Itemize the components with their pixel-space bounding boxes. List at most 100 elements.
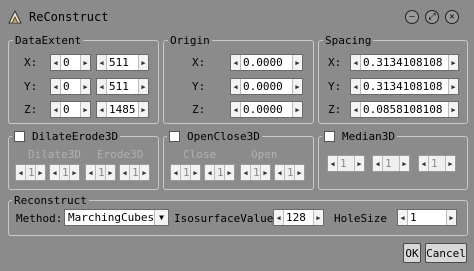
dilate-erode-group xyxy=(8,136,159,190)
dilate-erode-checkbox[interactable] xyxy=(14,131,25,142)
extent-y-max-spinbox[interactable]: ◀ 511 ▶ xyxy=(96,78,149,95)
origin-x-spinbox[interactable]: ◀ 0.0000 ▶ xyxy=(230,54,303,71)
decrement-arrow-icon[interactable]: ◀ xyxy=(51,102,61,117)
decrement-arrow-icon[interactable]: ◀ xyxy=(231,79,241,94)
dilate-spinbox-1[interactable]: ◀ 1 ▶ xyxy=(15,164,46,181)
increment-arrow-icon[interactable]: ▶ xyxy=(354,156,364,171)
spacing-y-value: 0.3134108108 xyxy=(363,80,443,93)
decrement-arrow-icon[interactable]: ◀ xyxy=(398,210,408,225)
erode-spinbox-2[interactable]: ◀ 1 ▶ xyxy=(119,164,150,181)
extent-y-max-value: 511 xyxy=(109,80,129,93)
minimize-button[interactable]: – xyxy=(405,10,419,24)
increment-arrow-icon[interactable]: ▶ xyxy=(292,79,302,94)
increment-arrow-icon[interactable]: ▶ xyxy=(224,165,234,180)
chevron-down-icon[interactable]: ▼ xyxy=(154,210,168,225)
hole-size-spinbox[interactable]: ◀ 1 ▶ xyxy=(397,209,457,226)
increment-arrow-icon[interactable]: ▶ xyxy=(260,165,270,180)
decrement-arrow-icon[interactable]: ◀ xyxy=(351,102,361,117)
open-close-checkbox[interactable] xyxy=(169,131,180,142)
median-spinbox-3[interactable]: ◀ 1 ▶ xyxy=(418,155,456,172)
decrement-arrow-icon[interactable]: ◀ xyxy=(275,165,285,180)
median-spinbox-2[interactable]: ◀ 1 ▶ xyxy=(372,155,410,172)
increment-arrow-icon[interactable]: ▶ xyxy=(80,55,90,70)
decrement-arrow-icon[interactable]: ◀ xyxy=(97,102,107,117)
increment-arrow-icon[interactable]: ▶ xyxy=(105,165,115,180)
extent-z-min-spinbox[interactable]: ◀ 0 ▶ xyxy=(50,101,91,118)
decrement-arrow-icon[interactable]: ◀ xyxy=(351,79,361,94)
decrement-arrow-icon[interactable]: ◀ xyxy=(231,55,241,70)
hole-size-value: 1 xyxy=(410,211,417,224)
increment-arrow-icon[interactable]: ▶ xyxy=(139,165,149,180)
increment-arrow-icon[interactable]: ▶ xyxy=(446,210,456,225)
close-spinbox-2[interactable]: ◀ 1 ▶ xyxy=(204,164,235,181)
decrement-arrow-icon[interactable]: ◀ xyxy=(51,55,61,70)
extent-y-min-spinbox[interactable]: ◀ 0 ▶ xyxy=(50,78,91,95)
increment-arrow-icon[interactable]: ▶ xyxy=(138,79,148,94)
method-select[interactable]: MarchingCubes ▼ xyxy=(64,209,169,226)
decrement-arrow-icon[interactable]: ◀ xyxy=(97,55,107,70)
window-title: ReConstruct xyxy=(29,10,109,24)
increment-arrow-icon[interactable]: ▶ xyxy=(138,55,148,70)
decrement-arrow-icon[interactable]: ◀ xyxy=(97,79,107,94)
decrement-arrow-icon[interactable]: ◀ xyxy=(171,165,181,180)
spacing-x-value: 0.3134108108 xyxy=(363,56,443,69)
decrement-arrow-icon[interactable]: ◀ xyxy=(373,156,383,171)
cancel-button-label: Cancel xyxy=(426,246,466,260)
decrement-arrow-icon[interactable]: ◀ xyxy=(231,102,241,117)
spacing-z-spinbox[interactable]: ◀ 0.0858108108 ▶ xyxy=(350,101,459,118)
erode-label: Erode3D xyxy=(97,148,144,161)
origin-label: Origin xyxy=(168,34,212,47)
title-bar[interactable]: ReConstruct – ⤢ ✕ xyxy=(0,0,474,34)
increment-arrow-icon[interactable]: ▶ xyxy=(445,156,455,171)
decrement-arrow-icon[interactable]: ◀ xyxy=(419,156,429,171)
increment-arrow-icon[interactable]: ▶ xyxy=(138,102,148,117)
decrement-arrow-icon[interactable]: ◀ xyxy=(328,156,338,171)
increment-arrow-icon[interactable]: ▶ xyxy=(294,165,304,180)
erode-value-1: 1 xyxy=(98,166,105,179)
increment-arrow-icon[interactable]: ▶ xyxy=(448,102,458,117)
increment-arrow-icon[interactable]: ▶ xyxy=(448,55,458,70)
extent-z-min-value: 0 xyxy=(63,103,70,116)
increment-arrow-icon[interactable]: ▶ xyxy=(35,165,45,180)
increment-arrow-icon[interactable]: ▶ xyxy=(313,210,323,225)
extent-z-max-spinbox[interactable]: ◀ 1485 ▶ xyxy=(96,101,149,118)
erode-spinbox-1[interactable]: ◀ 1 ▶ xyxy=(85,164,116,181)
decrement-arrow-icon[interactable]: ◀ xyxy=(86,165,96,180)
origin-y-spinbox[interactable]: ◀ 0.0000 ▶ xyxy=(230,78,303,95)
origin-z-spinbox[interactable]: ◀ 0.0000 ▶ xyxy=(230,101,303,118)
open-spinbox-1[interactable]: ◀ 1 ▶ xyxy=(240,164,271,181)
dilate-value-1: 1 xyxy=(28,166,35,179)
decrement-arrow-icon[interactable]: ◀ xyxy=(50,165,60,180)
extent-x-min-spinbox[interactable]: ◀ 0 ▶ xyxy=(50,54,91,71)
median-checkbox[interactable] xyxy=(324,131,335,142)
close-spinbox-1[interactable]: ◀ 1 ▶ xyxy=(170,164,201,181)
increment-arrow-icon[interactable]: ▶ xyxy=(69,165,79,180)
extent-x-max-spinbox[interactable]: ◀ 511 ▶ xyxy=(96,54,149,71)
spacing-y-spinbox[interactable]: ◀ 0.3134108108 ▶ xyxy=(350,78,459,95)
isosurface-spinbox[interactable]: ◀ 128 ▶ xyxy=(273,209,324,226)
increment-arrow-icon[interactable]: ▶ xyxy=(190,165,200,180)
increment-arrow-icon[interactable]: ▶ xyxy=(80,79,90,94)
increment-arrow-icon[interactable]: ▶ xyxy=(448,79,458,94)
decrement-arrow-icon[interactable]: ◀ xyxy=(16,165,26,180)
open-value-2: 1 xyxy=(287,166,294,179)
decrement-arrow-icon[interactable]: ◀ xyxy=(241,165,251,180)
increment-arrow-icon[interactable]: ▶ xyxy=(399,156,409,171)
decrement-arrow-icon[interactable]: ◀ xyxy=(351,55,361,70)
decrement-arrow-icon[interactable]: ◀ xyxy=(205,165,215,180)
cancel-button[interactable]: Cancel xyxy=(425,243,467,263)
increment-arrow-icon[interactable]: ▶ xyxy=(80,102,90,117)
spacing-x-spinbox[interactable]: ◀ 0.3134108108 ▶ xyxy=(350,54,459,71)
decrement-arrow-icon[interactable]: ◀ xyxy=(120,165,130,180)
median-spinbox-1[interactable]: ◀ 1 ▶ xyxy=(327,155,365,172)
close-button[interactable]: ✕ xyxy=(445,10,459,24)
increment-arrow-icon[interactable]: ▶ xyxy=(292,55,302,70)
dilate-spinbox-2[interactable]: ◀ 1 ▶ xyxy=(49,164,80,181)
increment-arrow-icon[interactable]: ▶ xyxy=(292,102,302,117)
restore-button[interactable]: ⤢ xyxy=(425,10,439,24)
origin-x-label: X: xyxy=(192,56,206,69)
ok-button[interactable]: OK xyxy=(403,243,421,263)
decrement-arrow-icon[interactable]: ◀ xyxy=(51,79,61,94)
open-spinbox-2[interactable]: ◀ 1 ▶ xyxy=(274,164,305,181)
decrement-arrow-icon[interactable]: ◀ xyxy=(274,210,284,225)
